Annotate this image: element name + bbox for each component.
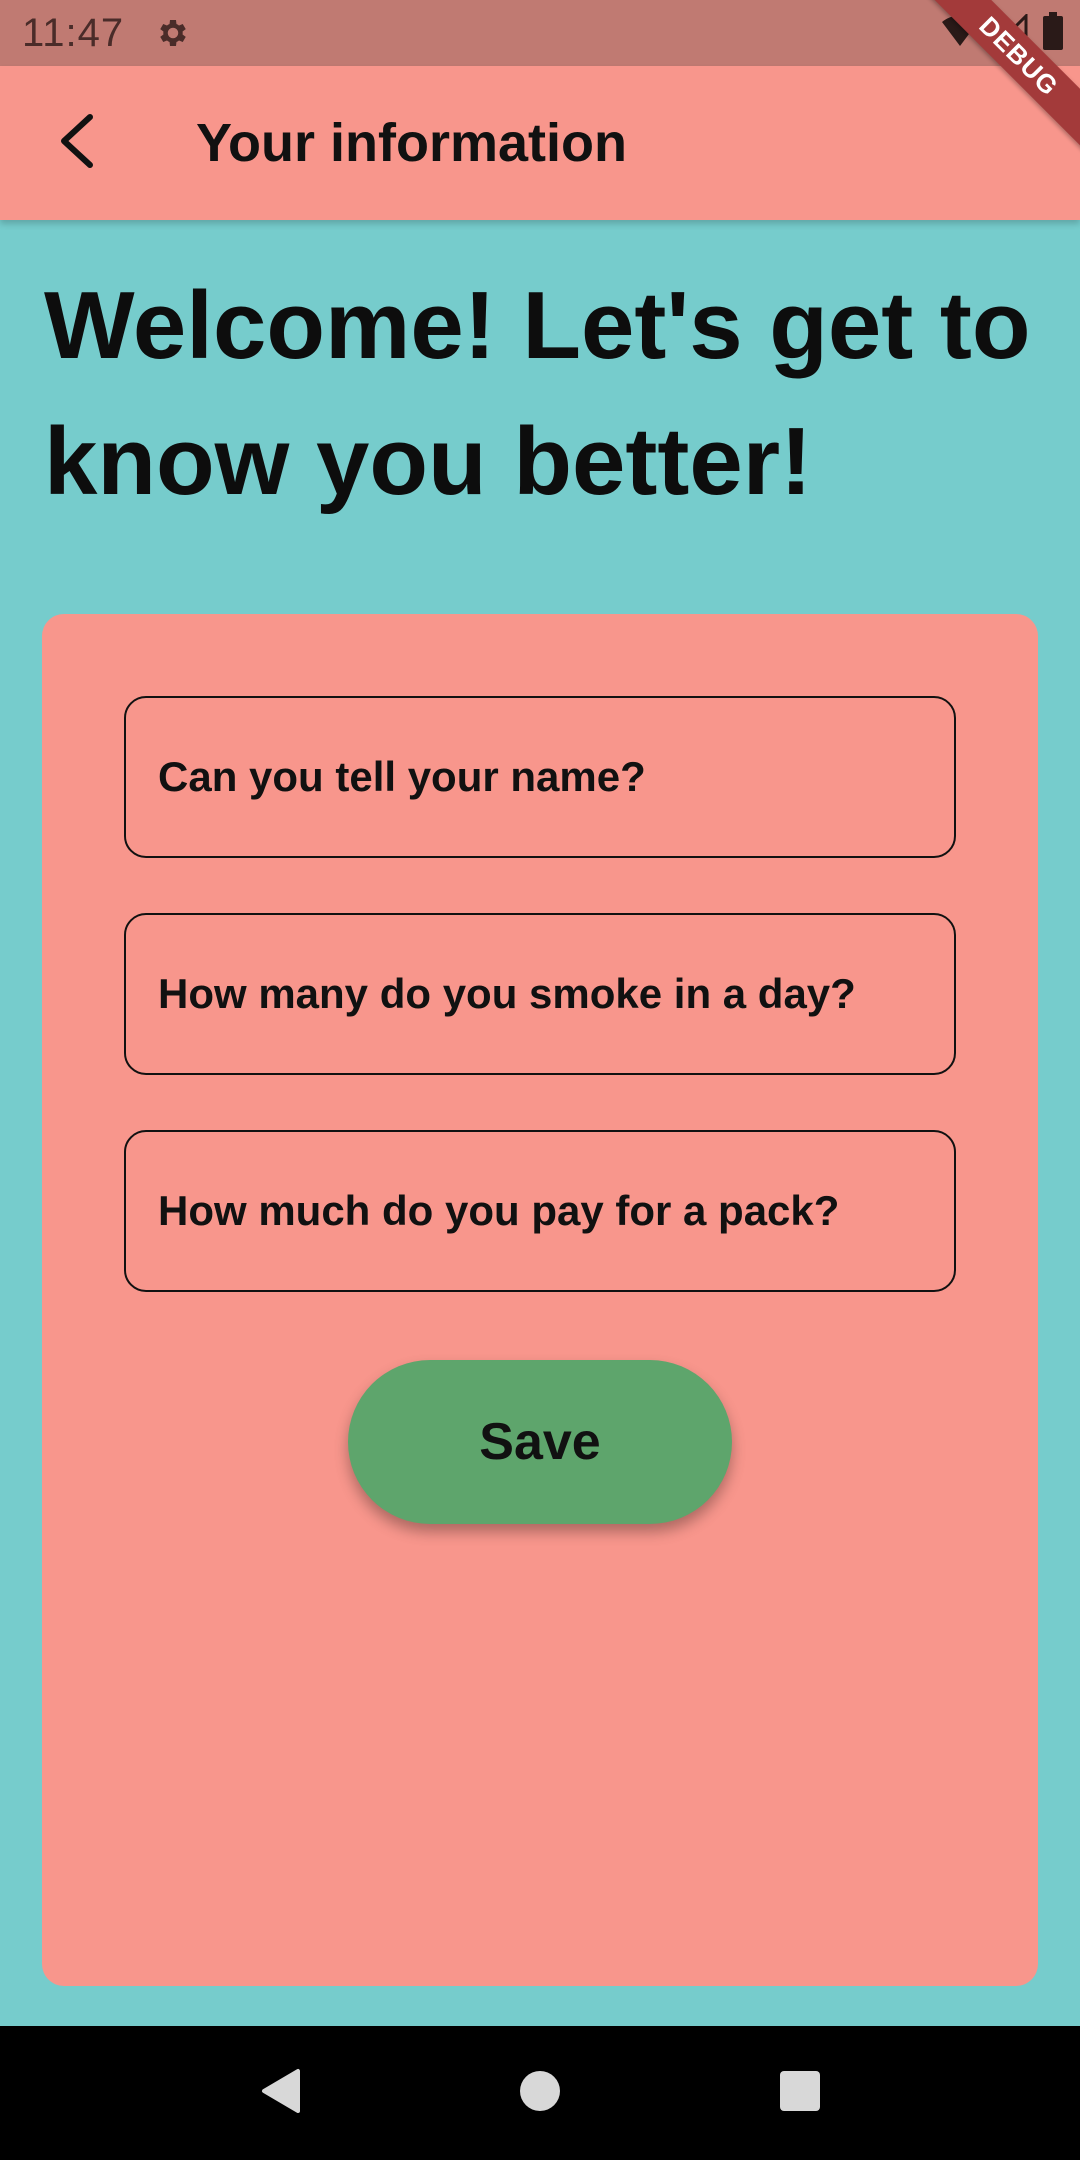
daily-cigarettes-field-label: How many do you smoke in a day? (158, 970, 856, 1017)
settings-gear-icon (154, 14, 192, 52)
screen: 11:47 DEBUG Your information Welcome! Le… (0, 0, 1080, 2160)
back-triangle-icon (258, 2067, 302, 2120)
nav-back-button[interactable] (240, 2053, 320, 2133)
daily-cigarettes-field[interactable]: How many do you smoke in a day? (124, 913, 956, 1075)
system-nav-bar (0, 2026, 1080, 2160)
name-field[interactable]: Can you tell your name? (124, 696, 956, 858)
form-card: Can you tell your name? How many do you … (42, 614, 1038, 1986)
status-bar: 11:47 (0, 0, 1080, 66)
recents-square-icon (778, 2069, 822, 2118)
pack-price-field[interactable]: How much do you pay for a pack? (124, 1130, 956, 1292)
battery-icon (1042, 11, 1064, 55)
save-button[interactable]: Save (348, 1360, 732, 1524)
app-bar: Your information (0, 66, 1080, 220)
nav-home-button[interactable] (500, 2053, 580, 2133)
nav-recents-button[interactable] (760, 2053, 840, 2133)
name-field-label: Can you tell your name? (158, 753, 646, 800)
back-button[interactable] (22, 88, 132, 198)
status-time: 11:47 (22, 10, 125, 55)
home-circle-icon (518, 2069, 562, 2118)
page-title: Your information (196, 113, 627, 173)
welcome-heading: Welcome! Let's get to know you better! (44, 272, 1031, 515)
chevron-left-icon (54, 113, 100, 174)
pack-price-field-label: How much do you pay for a pack? (158, 1187, 840, 1234)
